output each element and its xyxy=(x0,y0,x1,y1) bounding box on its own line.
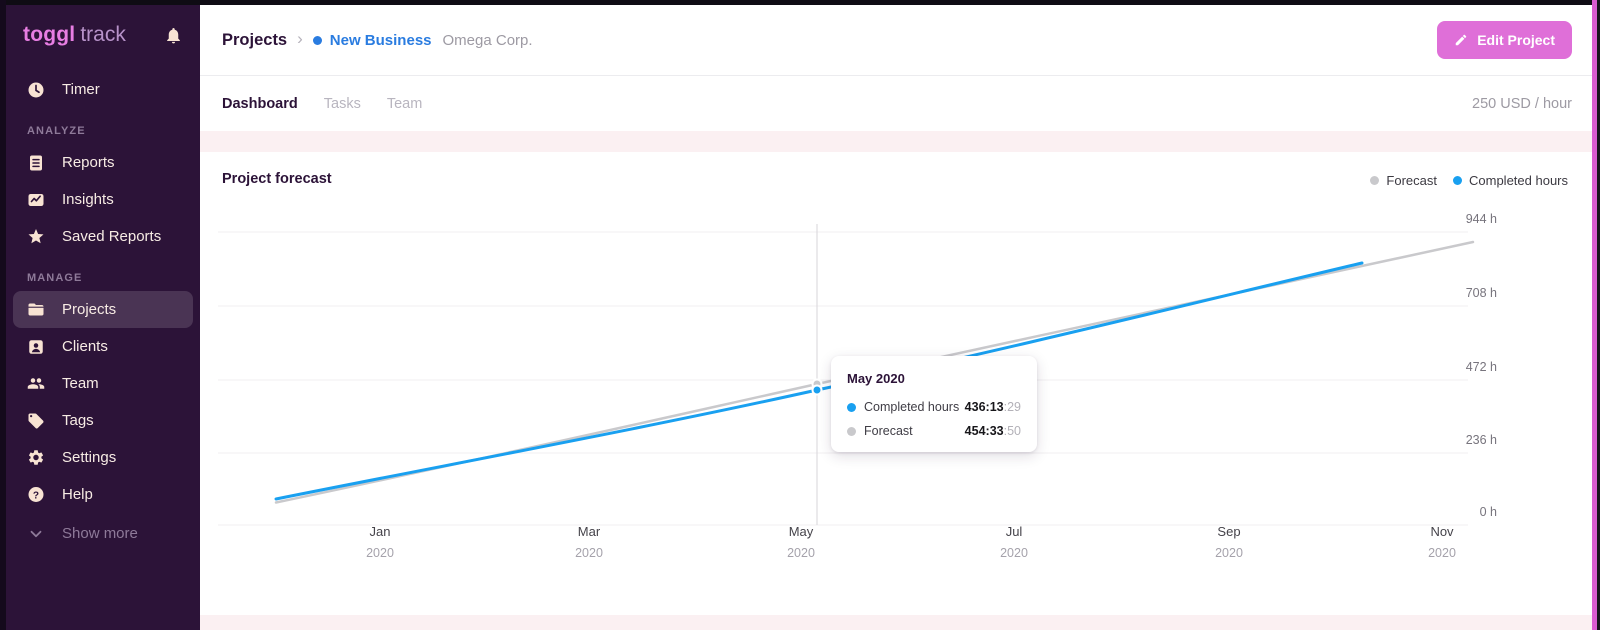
notifications-bell-icon[interactable] xyxy=(164,26,183,45)
sidebar-item-insights[interactable]: Insights xyxy=(13,181,193,218)
tab-team[interactable]: Team xyxy=(387,96,422,112)
sidebar-item-settings[interactable]: Settings xyxy=(13,439,193,476)
y-axis-label: 472 h xyxy=(1466,360,1497,374)
forecast-dot-icon xyxy=(847,426,856,436)
show-more-label: Show more xyxy=(62,525,138,542)
chevron-down-icon xyxy=(27,525,45,543)
breadcrumb: Projects › New Business Omega Corp. xyxy=(222,29,533,51)
tooltip-label: Completed hours xyxy=(864,400,960,414)
svg-text:?: ? xyxy=(33,490,39,501)
completed-dot-icon xyxy=(847,402,856,412)
app-window: toggl track Timer ANALYZE Reports Insigh… xyxy=(6,5,1594,630)
help-icon: ? xyxy=(27,486,45,504)
tooltip-row-completed: Completed hours 436:13:29 xyxy=(847,400,1021,414)
sidebar-item-label: Projects xyxy=(62,301,117,318)
chevron-right-icon: › xyxy=(297,29,303,48)
sidebar-item-label: Help xyxy=(62,486,93,503)
header-bar: Projects › New Business Omega Corp. Edit… xyxy=(200,5,1594,76)
x-axis-year-label: 2020 xyxy=(1428,546,1456,560)
legend-forecast-label: Forecast xyxy=(1386,173,1437,188)
sidebar-show-more[interactable]: Show more xyxy=(13,515,193,552)
breadcrumb-projects-link[interactable]: Projects xyxy=(222,31,287,50)
sidebar-item-reports[interactable]: Reports xyxy=(13,144,193,181)
sidebar-item-label: Team xyxy=(62,375,99,392)
breadcrumb-client-name: Omega Corp. xyxy=(442,31,533,49)
sidebar-item-projects[interactable]: Projects xyxy=(13,291,193,328)
x-axis-month-label: Sep xyxy=(1217,524,1240,539)
insights-chart-icon xyxy=(27,191,45,209)
sidebar-item-label: Settings xyxy=(62,449,117,466)
project-color-dot xyxy=(312,35,322,45)
breadcrumb-project-name[interactable]: New Business xyxy=(330,32,432,49)
logo-row: toggl track xyxy=(6,23,200,47)
sidebar: toggl track Timer ANALYZE Reports Insigh… xyxy=(6,5,200,630)
tab-bar: Dashboard Tasks Team 250 USD / hour xyxy=(200,76,1594,131)
tooltip-value: 454:33:50 xyxy=(964,424,1021,438)
window-frame-left xyxy=(0,0,6,630)
star-icon xyxy=(27,228,45,246)
x-axis-year-label: 2020 xyxy=(787,546,815,560)
chart-legend: Forecast Completed hours xyxy=(1370,173,1568,188)
page-content: Project forecast Forecast Completed hour… xyxy=(200,131,1594,630)
data-point[interactable] xyxy=(811,384,823,396)
sidebar-item-clients[interactable]: Clients xyxy=(13,328,193,365)
edit-project-button[interactable]: Edit Project xyxy=(1437,21,1572,59)
x-axis-year-label: 2020 xyxy=(1215,546,1243,560)
x-axis-year-label: 2020 xyxy=(1000,546,1028,560)
tooltip-label: Forecast xyxy=(864,424,913,438)
y-axis-label: 236 h xyxy=(1466,433,1497,447)
y-axis-label: 0 h xyxy=(1480,505,1497,519)
document-icon xyxy=(27,154,45,172)
sidebar-item-help[interactable]: ? Help xyxy=(13,476,193,513)
sidebar-item-label: Saved Reports xyxy=(62,228,162,245)
legend-forecast[interactable]: Forecast xyxy=(1370,173,1437,188)
y-axis-label: 708 h xyxy=(1466,286,1497,300)
main-area: Projects › New Business Omega Corp. Edit… xyxy=(200,5,1594,630)
completed-dot-icon xyxy=(1453,176,1462,185)
sidebar-item-label: Tags xyxy=(62,412,94,429)
toggl-logo[interactable]: toggl xyxy=(23,23,75,47)
sidebar-item-label: Clients xyxy=(62,338,108,355)
window-edge-highlight xyxy=(1592,0,1597,630)
forecast-dot-icon xyxy=(1370,176,1380,185)
legend-completed[interactable]: Completed hours xyxy=(1453,173,1568,188)
tooltip-row-forecast: Forecast 454:33:50 xyxy=(847,424,1021,438)
tooltip-value: 436:13:29 xyxy=(964,400,1021,414)
tag-icon xyxy=(27,412,45,430)
chart-tooltip: May 2020 Completed hours 436:13:29 Forec… xyxy=(831,356,1037,452)
sidebar-item-tags[interactable]: Tags xyxy=(13,402,193,439)
sidebar-section-analyze: ANALYZE xyxy=(27,125,86,137)
sidebar-item-timer[interactable]: Timer xyxy=(13,71,193,108)
gear-icon xyxy=(27,449,45,467)
sidebar-item-team[interactable]: Team xyxy=(13,365,193,402)
sidebar-section-manage: MANAGE xyxy=(27,272,83,284)
x-axis-month-label: May xyxy=(789,524,814,539)
pencil-icon xyxy=(1455,34,1467,46)
clock-icon xyxy=(27,81,45,99)
x-axis-month-label: Jul xyxy=(1006,524,1023,539)
x-axis-month-label: Jan xyxy=(370,524,391,539)
edit-project-label: Edit Project xyxy=(1477,32,1555,48)
window-frame-top xyxy=(0,0,1600,5)
forecast-card: Project forecast Forecast Completed hour… xyxy=(200,152,1594,615)
folder-icon xyxy=(27,301,45,319)
x-axis-year-label: 2020 xyxy=(575,546,603,560)
legend-completed-label: Completed hours xyxy=(1469,173,1568,188)
tab-dashboard[interactable]: Dashboard xyxy=(222,96,298,112)
tab-tasks[interactable]: Tasks xyxy=(324,96,361,112)
sidebar-item-saved-reports[interactable]: Saved Reports xyxy=(13,218,193,255)
tooltip-title: May 2020 xyxy=(847,371,905,386)
billable-rate: 250 USD / hour xyxy=(1472,95,1572,112)
sidebar-item-label: Insights xyxy=(62,191,114,208)
people-icon xyxy=(27,375,45,393)
sidebar-item-label: Reports xyxy=(62,154,115,171)
y-axis-label: 944 h xyxy=(1466,212,1497,226)
client-badge-icon xyxy=(27,338,45,356)
x-axis-year-label: 2020 xyxy=(366,546,394,560)
x-axis-month-label: Nov xyxy=(1430,524,1454,539)
card-title: Project forecast xyxy=(222,171,332,187)
toggl-track-wordmark: track xyxy=(80,23,126,46)
x-axis-month-label: Mar xyxy=(578,524,601,539)
sidebar-item-label: Timer xyxy=(62,81,100,98)
